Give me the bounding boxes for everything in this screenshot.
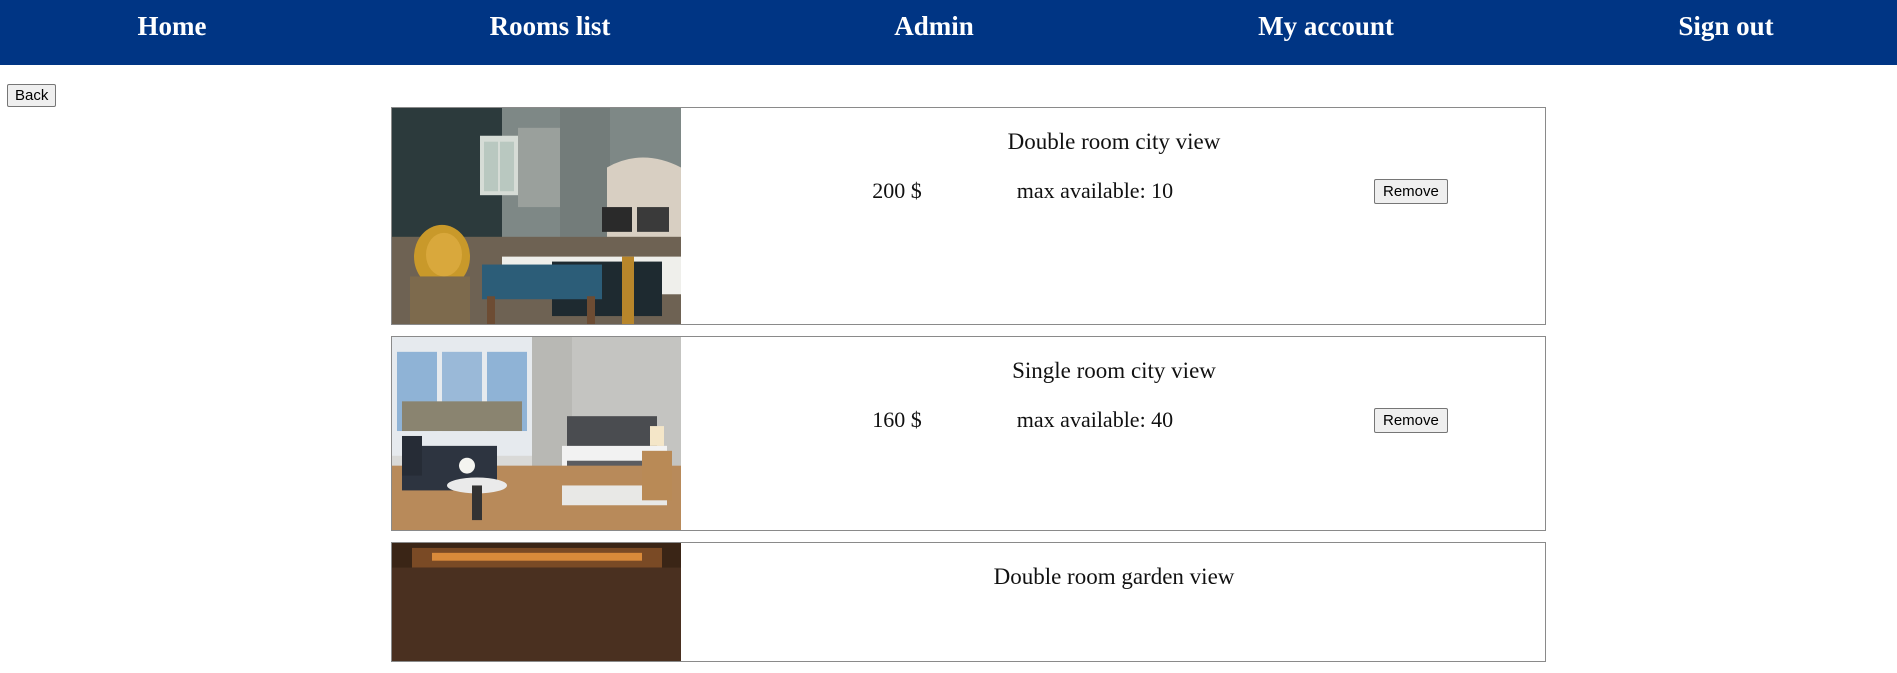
room-availability: max available: 40	[1016, 407, 1174, 432]
nav-admin-link[interactable]: Admin	[894, 10, 974, 42]
room-title: Double room city view	[1007, 129, 1221, 154]
room-availability: max available: 10	[1016, 178, 1174, 203]
room-title: Single room city view	[1012, 358, 1216, 383]
remove-room-button[interactable]: Remove	[1374, 408, 1448, 433]
back-button[interactable]: Back	[7, 84, 57, 107]
nav-sign-out-link[interactable]: Sign out	[1678, 10, 1773, 42]
room-photo	[392, 543, 681, 661]
room-card: Double room garden view	[391, 542, 1546, 662]
nav-home-link[interactable]: Home	[138, 10, 207, 42]
room-photo	[392, 108, 681, 324]
room-list: Double room city view 200 $ max availabl…	[391, 107, 1546, 673]
room-title: Double room garden view	[993, 564, 1235, 589]
room-card: Single room city view 160 $ max availabl…	[391, 336, 1546, 531]
top-navbar: Home Rooms list Admin My account Sign ou…	[0, 0, 1897, 65]
nav-rooms-list-link[interactable]: Rooms list	[490, 10, 611, 42]
remove-room-button[interactable]: Remove	[1374, 179, 1448, 204]
room-card: Double room city view 200 $ max availabl…	[391, 107, 1546, 325]
nav-my-account-link[interactable]: My account	[1258, 10, 1394, 42]
room-photo	[392, 337, 681, 530]
